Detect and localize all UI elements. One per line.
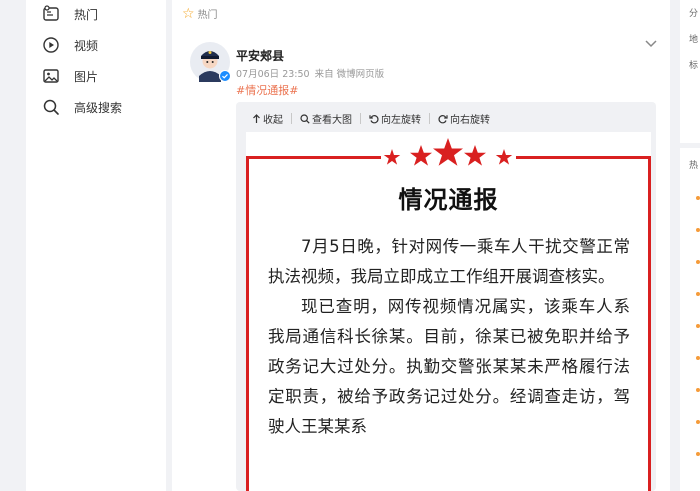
- red-stars-icon: [383, 138, 513, 166]
- post-time[interactable]: 07月06日 23:50: [236, 66, 310, 80]
- post-image[interactable]: 情况通报 7月5日晚，针对网传一乘车人干扰交警正常执法视频，我局立即成立工作组开…: [246, 132, 651, 491]
- rotate-right-button[interactable]: 向右旋转: [438, 111, 490, 126]
- document-paragraph: 7月5日晚，针对网传一乘车人干扰交警正常执法视频，我局立即成立工作组开展调查核实…: [268, 237, 630, 286]
- hot-rank-marker: [696, 356, 700, 360]
- document-border: [246, 156, 381, 159]
- sidebar-item-label: 热门: [74, 7, 99, 22]
- rotate-left-button[interactable]: 向左旋转: [369, 111, 421, 126]
- hot-rank-marker: [696, 420, 700, 424]
- sidebar-item-video[interactable]: 视频: [42, 34, 98, 56]
- hot-rank-marker: [696, 292, 700, 296]
- arrow-up-icon: [253, 113, 260, 123]
- post-source: 来自 微博网页版: [314, 69, 385, 80]
- toolbar-divider: [429, 113, 430, 124]
- sidebar-item-advanced-search[interactable]: 高级搜索: [42, 96, 122, 118]
- post-meta: 07月06日 23:50 来自 微博网页版: [236, 66, 384, 80]
- sidebar-item-label: 图片: [74, 69, 99, 84]
- hot-rank-marker: [696, 260, 700, 264]
- document-border: [516, 156, 651, 159]
- section-label-text: 热门: [197, 10, 218, 21]
- toolbar-divider: [360, 113, 361, 124]
- view-large-label: 查看大图: [312, 115, 352, 126]
- star-icon: ☆: [182, 5, 195, 22]
- sidebar-item-label: 高级搜索: [74, 100, 123, 115]
- image-icon: [42, 67, 60, 85]
- media-viewer: 收起 查看大图 向左旋转 向右旋转 情况通报 7月5日晚，针对网传一乘车人干扰交…: [236, 102, 656, 491]
- hot-rank-marker: [696, 196, 700, 200]
- rotate-left-label: 向左旋转: [381, 115, 421, 126]
- hot-rank-marker: [696, 452, 700, 456]
- search-icon: [42, 98, 60, 116]
- video-icon: [42, 36, 60, 54]
- document-body: 7月5日晚，针对网传一乘车人干扰交警正常执法视频，我局立即成立工作组开展调查核实…: [268, 232, 630, 442]
- document-title: 情况通报: [398, 186, 499, 214]
- info-panel: 分 地 标: [680, 0, 700, 143]
- sidebar-item-label: 视频: [74, 38, 99, 53]
- hot-rank-marker: [696, 228, 700, 232]
- hot-rank-marker: [696, 388, 700, 392]
- document-paragraph: 现已查明，网传视频情况属实，该乘车人系我局通信科长徐某。目前，徐某已被免职并给予…: [268, 297, 630, 436]
- rotate-left-icon: [369, 114, 379, 123]
- sidebar-item-images[interactable]: 图片: [42, 65, 98, 87]
- left-sidebar: 热门 视频 图片 高级搜索: [26, 0, 166, 491]
- author-name[interactable]: 平安郏县: [236, 47, 284, 64]
- hot-search-title: 热: [689, 161, 699, 171]
- magnifier-icon: [300, 113, 310, 124]
- collapse-button[interactable]: 收起: [252, 111, 283, 126]
- hot-search-panel: 热: [680, 148, 700, 491]
- rotate-right-icon: [438, 114, 448, 123]
- hot-icon: [42, 5, 60, 23]
- collapse-label: 收起: [263, 115, 283, 126]
- avatar[interactable]: [190, 42, 231, 82]
- info-label: 标: [689, 61, 699, 71]
- feed-card: ☆ 热门 平安郏县 07月06日 23:50 来自 微博网页版 #情况通报# 收…: [172, 0, 670, 491]
- view-large-button[interactable]: 查看大图: [300, 111, 352, 126]
- hashtag-link[interactable]: #情况通报#: [236, 82, 298, 98]
- info-label: 分: [689, 9, 699, 19]
- sidebar-item-hot[interactable]: 热门: [42, 3, 98, 25]
- toolbar-divider: [291, 113, 292, 124]
- info-label: 地: [689, 35, 699, 45]
- section-label: ☆ 热门: [182, 5, 218, 22]
- chevron-down-icon[interactable]: [644, 36, 658, 50]
- verified-icon: [219, 70, 231, 82]
- hot-rank-marker: [696, 324, 700, 328]
- rotate-right-label: 向右旋转: [450, 115, 490, 126]
- image-toolbar: 收起 查看大图 向左旋转 向右旋转: [252, 111, 490, 126]
- right-sidebar: 分 地 标 热: [680, 0, 700, 491]
